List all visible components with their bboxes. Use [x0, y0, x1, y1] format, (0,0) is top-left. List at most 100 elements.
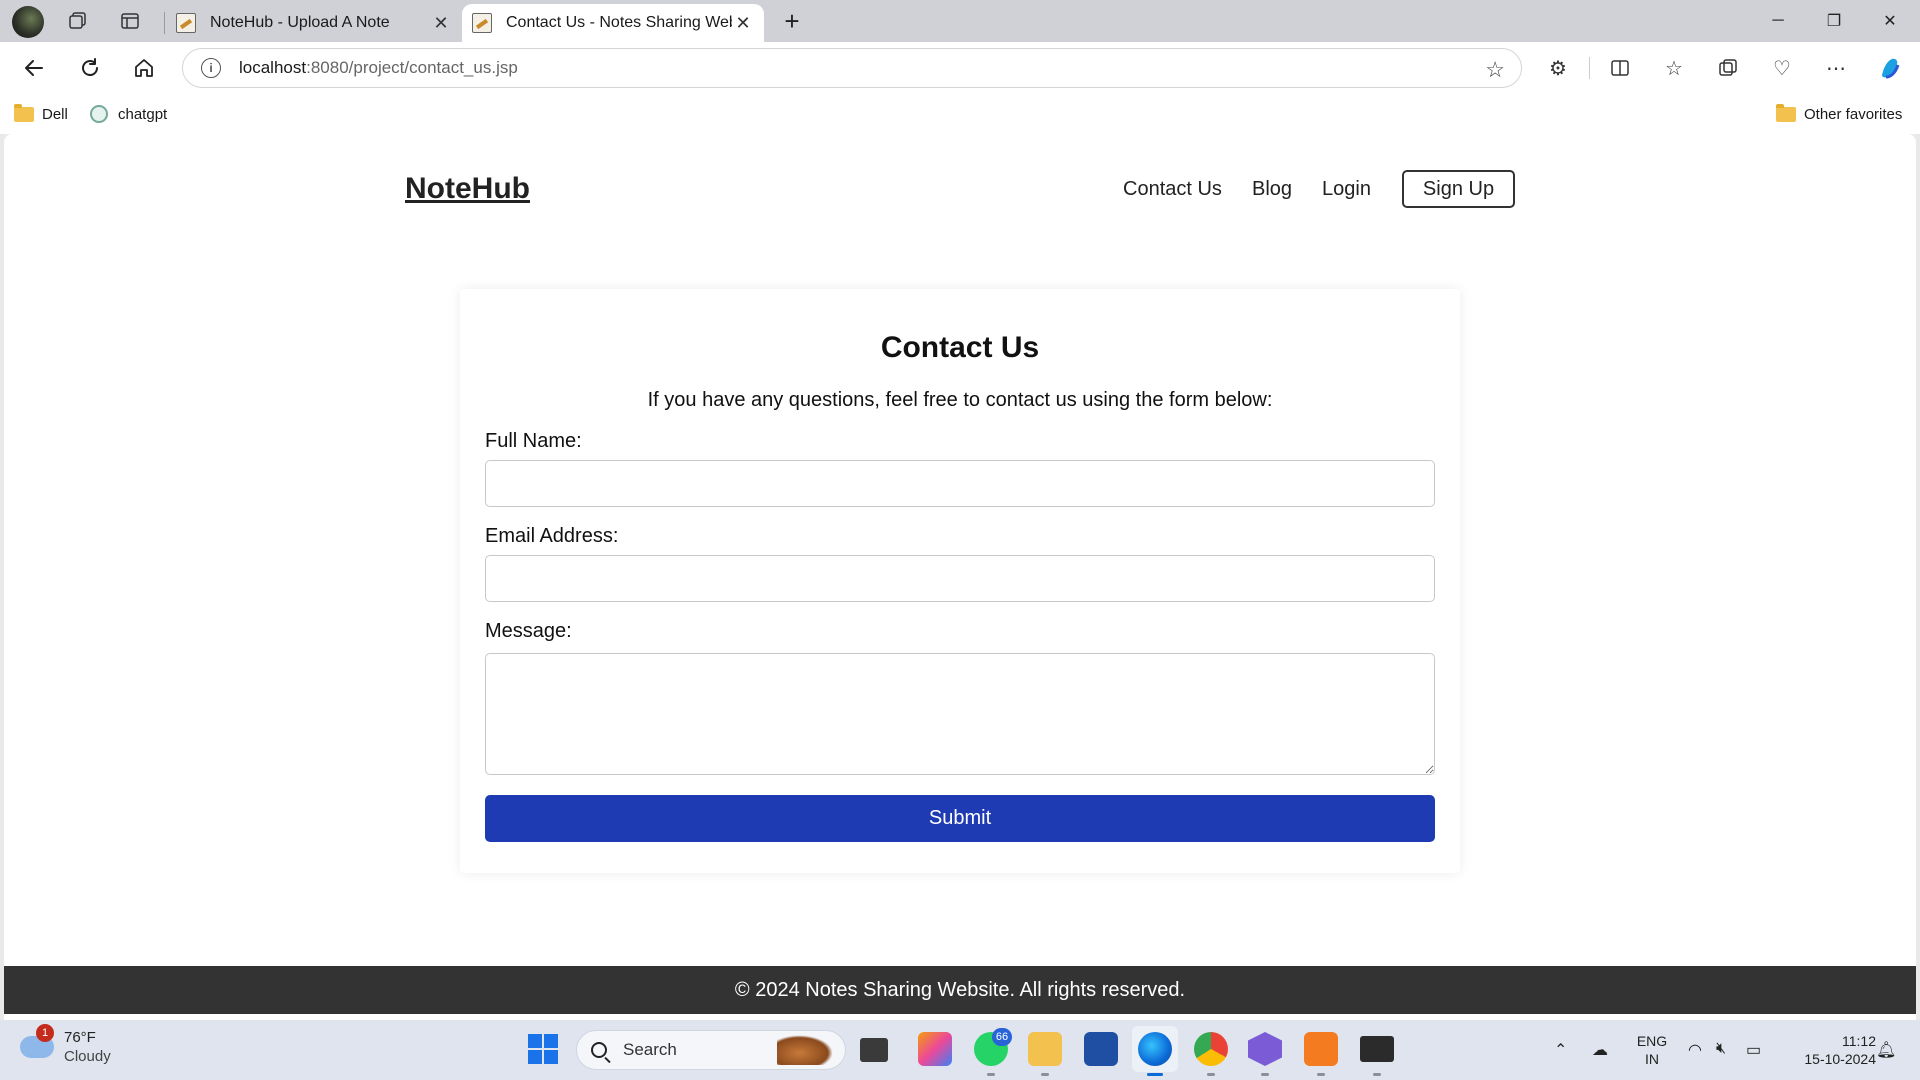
bookmarks-bar: Dell chatgpt Other favorites	[0, 94, 1920, 134]
copilot-icon[interactable]	[1872, 50, 1908, 86]
bookmark-dell[interactable]: Dell	[14, 102, 68, 126]
weather-widget[interactable]: 1 76°F Cloudy	[20, 1024, 111, 1066]
language-indicator[interactable]: ENG IN	[1636, 1032, 1668, 1068]
nav-contact-us[interactable]: Contact Us	[1123, 178, 1222, 201]
folder-icon	[14, 103, 34, 122]
message-textarea[interactable]	[485, 653, 1435, 775]
onedrive-icon[interactable]: ☁	[1592, 1040, 1608, 1060]
search-label: Search	[623, 1040, 677, 1059]
windows-taskbar: 1 76°F Cloudy Search 66 ⌃ ☁ ENG IN ◠ 🔇︎ …	[0, 1020, 1920, 1080]
microsoft-store-icon[interactable]	[1084, 1032, 1118, 1066]
reload-icon[interactable]	[72, 50, 108, 86]
cloud-icon: 1	[20, 1024, 54, 1058]
bookmark-chatgpt[interactable]: chatgpt	[90, 102, 167, 126]
tab-upload-note[interactable]: NoteHub - Upload A Note ✕	[166, 4, 462, 42]
tab-title: Contact Us - Notes Sharing Website	[506, 14, 732, 31]
signup-button[interactable]: Sign Up	[1402, 170, 1515, 208]
site-header: NoteHub Contact Us Blog Login Sign Up	[4, 134, 1916, 244]
favorites-icon[interactable]: ☆	[1656, 50, 1692, 86]
tab-title: NoteHub - Upload A Note	[210, 14, 390, 31]
notification-bell-icon[interactable]: 🔔︎	[1876, 1040, 1896, 1060]
running-indicator	[1373, 1073, 1381, 1076]
split-screen-icon[interactable]	[1602, 50, 1638, 86]
search-highlight-icon	[777, 1035, 833, 1065]
tab-separator	[164, 12, 165, 34]
site-logo[interactable]: NoteHub	[405, 172, 530, 206]
browser-toolbar: i localhost:8080/project/contact_us.jsp …	[0, 42, 1920, 94]
favorite-star-icon[interactable]: ☆	[1485, 57, 1505, 83]
bookmark-label: Other favorites	[1804, 105, 1903, 123]
bookmark-other-favorites[interactable]: Other favorites	[1776, 102, 1902, 126]
email-input[interactable]	[485, 555, 1435, 602]
chatgpt-icon	[90, 105, 108, 123]
full-name-label: Full Name:	[485, 430, 582, 452]
browser-essentials-icon[interactable]: ♡	[1764, 50, 1800, 86]
copilot-app-icon[interactable]	[918, 1032, 952, 1066]
running-indicator	[1041, 1073, 1049, 1076]
home-icon[interactable]	[126, 50, 162, 86]
tab-contact-us[interactable]: Contact Us - Notes Sharing Website ✕	[462, 4, 764, 42]
language-top: ENG	[1636, 1033, 1668, 1049]
active-indicator	[1147, 1073, 1163, 1076]
running-indicator	[1261, 1073, 1269, 1076]
new-tab-icon[interactable]: +	[776, 6, 808, 36]
clock[interactable]: 11:12 15-10-2024	[1780, 1032, 1876, 1068]
windows-start-icon[interactable]	[528, 1034, 558, 1064]
vertical-tabs-icon[interactable]	[114, 6, 146, 36]
taskbar-search[interactable]: Search	[576, 1030, 846, 1070]
message-label: Message:	[485, 620, 572, 642]
extensions-icon[interactable]: ⚙	[1540, 50, 1576, 86]
clock-time: 11:12	[1842, 1033, 1876, 1049]
nav-blog[interactable]: Blog	[1252, 178, 1292, 201]
toolbar-separator	[1589, 57, 1590, 79]
chrome-icon[interactable]	[1194, 1032, 1228, 1066]
page-title: Contact Us	[880, 331, 1040, 364]
workspaces-icon[interactable]	[62, 6, 94, 36]
footer-text: © 2024 Notes Sharing Website. All rights…	[734, 978, 1186, 1001]
weather-temp: 76°F	[64, 1029, 96, 1046]
back-icon[interactable]	[16, 50, 52, 86]
page-favicon-icon	[176, 13, 196, 33]
task-view-icon[interactable]	[860, 1038, 888, 1062]
edge-icon[interactable]	[1138, 1032, 1172, 1066]
wifi-icon[interactable]: ◠	[1688, 1040, 1702, 1060]
collections-icon[interactable]	[1710, 50, 1746, 86]
running-indicator	[1317, 1073, 1325, 1076]
search-icon	[591, 1042, 607, 1058]
restore-icon[interactable]: ❐	[1806, 0, 1862, 42]
full-name-input[interactable]	[485, 460, 1435, 507]
file-explorer-icon[interactable]	[1028, 1032, 1062, 1066]
form-intro: If you have any questions, feel free to …	[647, 389, 1273, 411]
site-footer: © 2024 Notes Sharing Website. All rights…	[4, 966, 1916, 1014]
volume-muted-icon[interactable]: 🔇︎	[1716, 1040, 1726, 1058]
weather-desc: Cloudy	[64, 1048, 111, 1065]
xampp-icon[interactable]	[1304, 1032, 1338, 1066]
weather-badge: 1	[36, 1024, 54, 1042]
running-indicator	[987, 1073, 995, 1076]
clock-date: 15-10-2024	[1804, 1051, 1876, 1067]
whatsapp-badge: 66	[992, 1028, 1012, 1046]
terminal-icon[interactable]	[1360, 1036, 1394, 1062]
url-host: localhost	[239, 58, 307, 77]
show-hidden-icons-icon[interactable]: ⌃	[1554, 1040, 1567, 1060]
profile-avatar[interactable]	[12, 6, 44, 38]
close-tab-icon[interactable]: ✕	[430, 13, 452, 34]
minimize-icon[interactable]: ─	[1750, 0, 1806, 42]
page-viewport: NoteHub Contact Us Blog Login Sign Up Co…	[4, 134, 1916, 1020]
close-window-icon[interactable]: ✕	[1862, 0, 1918, 42]
site-info-icon[interactable]: i	[201, 58, 221, 78]
url-path: :8080/project/contact_us.jsp	[306, 58, 518, 77]
nav-login[interactable]: Login	[1322, 178, 1371, 201]
email-label: Email Address:	[485, 525, 619, 547]
language-bottom: IN	[1645, 1051, 1659, 1067]
more-options-icon[interactable]: ⋯	[1818, 50, 1854, 86]
address-bar[interactable]: i localhost:8080/project/contact_us.jsp …	[182, 48, 1522, 88]
ide-icon[interactable]	[1248, 1032, 1282, 1066]
submit-button[interactable]: Submit	[485, 795, 1435, 842]
close-tab-icon[interactable]: ✕	[732, 13, 754, 34]
battery-icon[interactable]: ▭	[1746, 1040, 1761, 1060]
contact-form-card: Contact Us If you have any questions, fe…	[460, 289, 1460, 873]
bookmark-label: chatgpt	[118, 105, 168, 123]
bookmark-label: Dell	[42, 105, 68, 123]
browser-tab-strip: NoteHub - Upload A Note ✕ Contact Us - N…	[0, 0, 1920, 42]
